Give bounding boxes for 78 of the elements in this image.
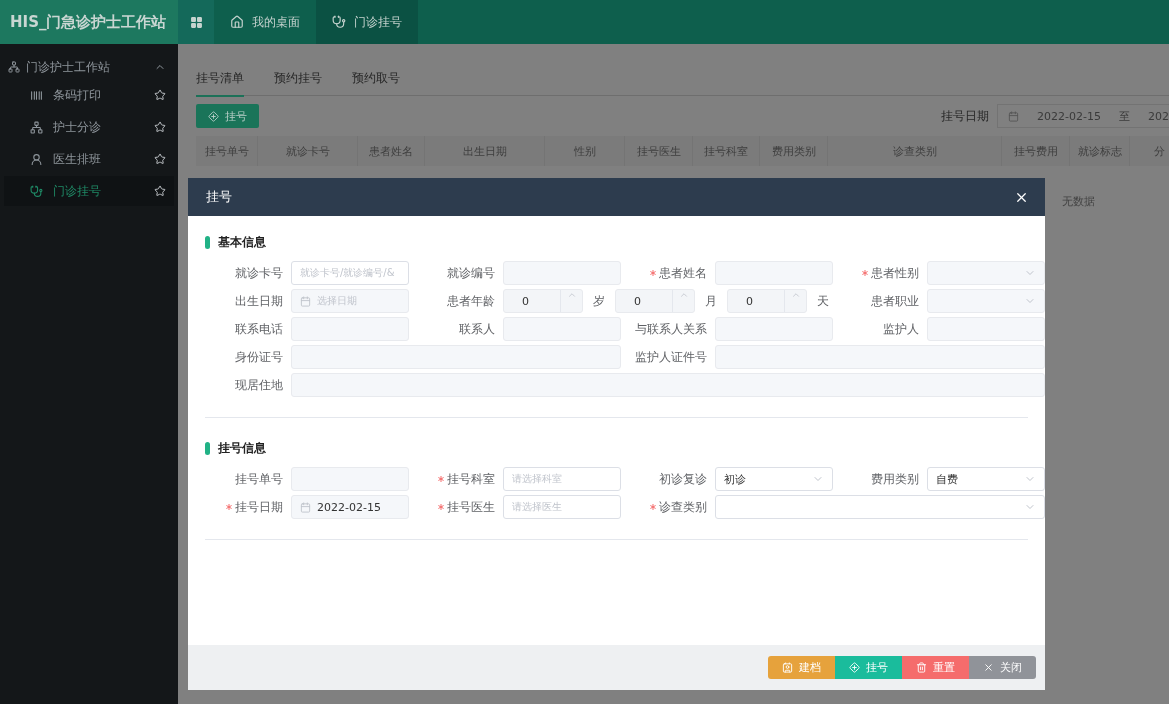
field-label: 挂号单号 xyxy=(234,470,283,488)
required-icon xyxy=(226,504,232,510)
trash-icon xyxy=(916,662,927,673)
page-tab[interactable]: 预约挂号 xyxy=(274,62,322,97)
stethoscope-icon xyxy=(332,15,346,29)
star-icon[interactable] xyxy=(154,89,166,101)
filter-label: 挂号日期 xyxy=(941,107,990,125)
sidebar-item[interactable]: 条码打印 xyxy=(4,80,174,110)
field-label: 就诊卡号 xyxy=(234,264,283,282)
field-label: 联系人 xyxy=(458,320,495,338)
id-card-icon xyxy=(782,662,793,673)
calendar-icon xyxy=(1008,110,1020,122)
column-header: 分 xyxy=(1130,136,1169,166)
unit-label: 天 xyxy=(817,292,829,310)
required-icon xyxy=(438,504,444,510)
field-label: 出生日期 xyxy=(234,292,283,310)
stethoscope-icon xyxy=(30,184,43,198)
section-marker-icon xyxy=(205,236,210,249)
grid-icon xyxy=(189,15,203,29)
field-label: 患者姓名 xyxy=(629,261,707,285)
unit-label: 月 xyxy=(705,292,717,310)
barcode-icon xyxy=(30,88,43,102)
diamond-plus-icon xyxy=(208,110,219,122)
required-icon xyxy=(862,270,868,276)
house-icon xyxy=(230,15,244,29)
required-icon xyxy=(650,504,656,510)
dialog-title: 挂号 xyxy=(206,188,232,206)
nav-tab[interactable]: 门诊挂号 xyxy=(316,0,418,44)
star-icon[interactable] xyxy=(154,185,166,197)
close-button[interactable]: 关闭 xyxy=(969,656,1036,679)
hierarchy-icon xyxy=(30,120,43,134)
add-button[interactable]: 挂号 xyxy=(196,104,259,128)
field-label: 挂号科室 xyxy=(417,467,495,491)
star-icon[interactable] xyxy=(154,153,166,165)
nav-tab[interactable]: 我的桌面 xyxy=(214,0,316,44)
field-label: 患者性别 xyxy=(841,261,919,285)
select-field[interactable]: 初诊 xyxy=(715,467,833,491)
sidebar-item[interactable]: 门诊挂号 xyxy=(4,176,174,206)
field-label: 患者职业 xyxy=(870,292,919,310)
field-label: 初诊复诊 xyxy=(658,470,707,488)
field-label: 挂号日期 xyxy=(205,495,283,519)
app-title: HIS_门急诊护士工作站 xyxy=(0,0,178,44)
field-label: 身份证号 xyxy=(234,348,283,366)
select-field[interactable] xyxy=(715,495,1045,519)
menu-group[interactable]: 门诊护士工作站 xyxy=(0,56,178,78)
field-label: 与联系人关系 xyxy=(634,320,707,338)
calendar-icon xyxy=(300,501,311,513)
required-icon xyxy=(650,270,656,276)
sidebar-item[interactable]: 护士分诊 xyxy=(4,112,174,142)
page-tab[interactable]: 预约取号 xyxy=(352,62,400,97)
field-label: 就诊编号 xyxy=(446,264,495,282)
field-label: 患者年龄 xyxy=(446,292,495,310)
field-label: 挂号医生 xyxy=(417,495,495,519)
section-title: 基本信息 xyxy=(218,234,266,251)
star-icon[interactable] xyxy=(154,121,166,133)
register-button[interactable]: 挂号 xyxy=(835,656,902,679)
close-icon xyxy=(983,662,994,673)
field-label: 监护人证件号 xyxy=(634,348,707,366)
field-label: 诊查类别 xyxy=(629,495,707,519)
field-label: 联系电话 xyxy=(234,320,283,338)
field-label: 费用类别 xyxy=(870,470,919,488)
calendar-icon xyxy=(300,295,311,307)
select-field[interactable]: 自费 xyxy=(927,467,1045,491)
grid-menu-button[interactable] xyxy=(178,0,214,44)
field-label: 监护人 xyxy=(882,320,919,338)
person-icon xyxy=(30,152,43,166)
required-icon xyxy=(438,476,444,482)
reset-button[interactable]: 重置 xyxy=(902,656,969,679)
hierarchy-icon xyxy=(8,61,20,73)
page-tab[interactable]: 挂号清单 xyxy=(196,62,244,97)
field-label: 现居住地 xyxy=(234,376,283,394)
unit-label: 岁 xyxy=(593,292,605,310)
column-header: 患者姓名 xyxy=(358,136,425,166)
date-range-field[interactable]: 2022-02-15 至 202 xyxy=(997,104,1169,128)
diamond-plus-icon xyxy=(849,662,860,673)
section-title: 挂号信息 xyxy=(218,440,266,457)
sidebar-item[interactable]: 医生排班 xyxy=(4,144,174,174)
section-marker-icon xyxy=(205,442,210,455)
